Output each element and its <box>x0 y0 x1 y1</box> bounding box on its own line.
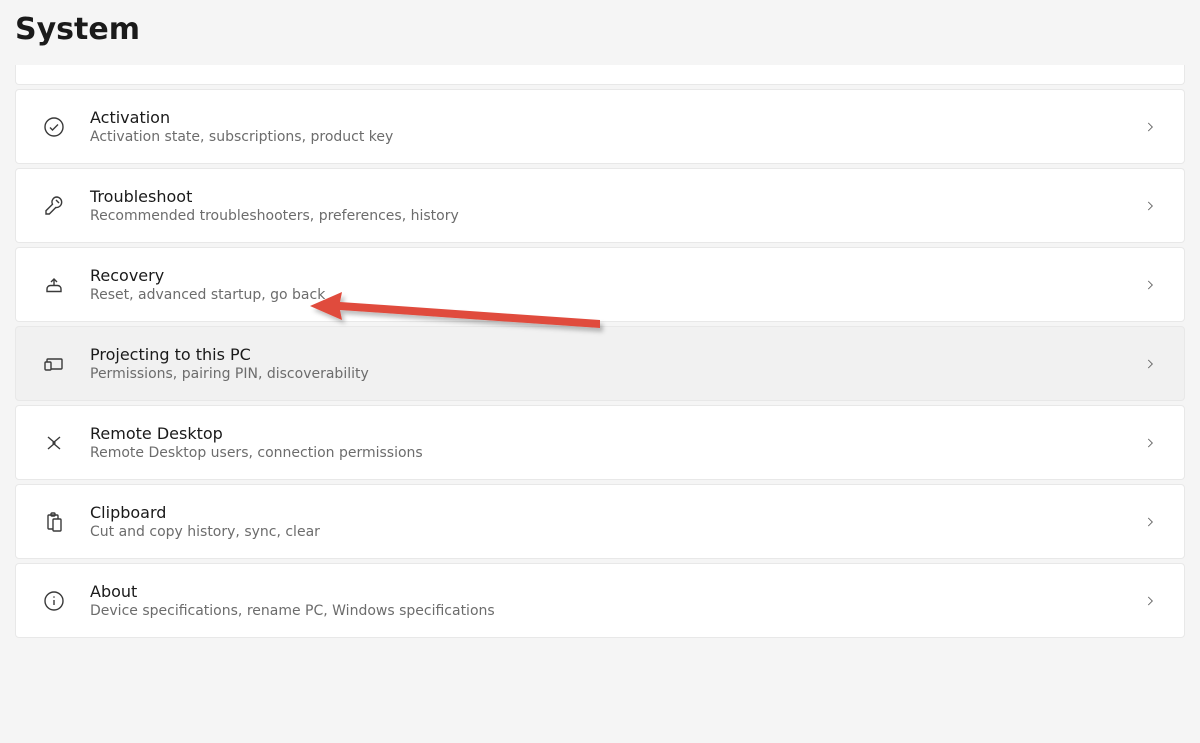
settings-list: Activation Activation state, subscriptio… <box>0 65 1200 650</box>
recovery-icon <box>40 271 68 299</box>
settings-row-projecting[interactable]: Projecting to this PC Permissions, pairi… <box>15 326 1185 401</box>
row-text: Clipboard Cut and copy history, sync, cl… <box>90 503 1140 540</box>
settings-row-troubleshoot[interactable]: Troubleshoot Recommended troubleshooters… <box>15 168 1185 243</box>
row-description: Reset, advanced startup, go back <box>90 287 1140 303</box>
row-text: Troubleshoot Recommended troubleshooters… <box>90 187 1140 224</box>
row-title: Activation <box>90 108 1140 127</box>
clipboard-icon <box>40 508 68 536</box>
info-icon <box>40 587 68 615</box>
row-description: Activation state, subscriptions, product… <box>90 129 1140 145</box>
row-title: Recovery <box>90 266 1140 285</box>
row-text: Projecting to this PC Permissions, pairi… <box>90 345 1140 382</box>
row-description: Remote Desktop users, connection permiss… <box>90 445 1140 461</box>
settings-row-remote-desktop[interactable]: Remote Desktop Remote Desktop users, con… <box>15 405 1185 480</box>
row-title: Projecting to this PC <box>90 345 1140 364</box>
settings-row-clipboard[interactable]: Clipboard Cut and copy history, sync, cl… <box>15 484 1185 559</box>
row-description: Device specifications, rename PC, Window… <box>90 603 1140 619</box>
page-title: System <box>0 0 1200 65</box>
row-description: Permissions, pairing PIN, discoverabilit… <box>90 366 1140 382</box>
row-description: Cut and copy history, sync, clear <box>90 524 1140 540</box>
settings-row-partial[interactable] <box>15 65 1185 85</box>
settings-row-recovery[interactable]: Recovery Reset, advanced startup, go bac… <box>15 247 1185 322</box>
row-text: About Device specifications, rename PC, … <box>90 582 1140 619</box>
row-text: Activation Activation state, subscriptio… <box>90 108 1140 145</box>
settings-row-activation[interactable]: Activation Activation state, subscriptio… <box>15 89 1185 164</box>
row-title: Clipboard <box>90 503 1140 522</box>
settings-row-about[interactable]: About Device specifications, rename PC, … <box>15 563 1185 638</box>
project-icon <box>40 350 68 378</box>
chevron-right-icon <box>1140 591 1160 611</box>
row-text: Remote Desktop Remote Desktop users, con… <box>90 424 1140 461</box>
chevron-right-icon <box>1140 275 1160 295</box>
row-title: Remote Desktop <box>90 424 1140 443</box>
chevron-right-icon <box>1140 196 1160 216</box>
check-circle-icon <box>40 113 68 141</box>
chevron-right-icon <box>1140 117 1160 137</box>
chevron-right-icon <box>1140 354 1160 374</box>
chevron-right-icon <box>1140 433 1160 453</box>
chevron-right-icon <box>1140 512 1160 532</box>
row-text: Recovery Reset, advanced startup, go bac… <box>90 266 1140 303</box>
row-description: Recommended troubleshooters, preferences… <box>90 208 1140 224</box>
row-title: Troubleshoot <box>90 187 1140 206</box>
remote-desktop-icon <box>40 429 68 457</box>
row-title: About <box>90 582 1140 601</box>
wrench-icon <box>40 192 68 220</box>
